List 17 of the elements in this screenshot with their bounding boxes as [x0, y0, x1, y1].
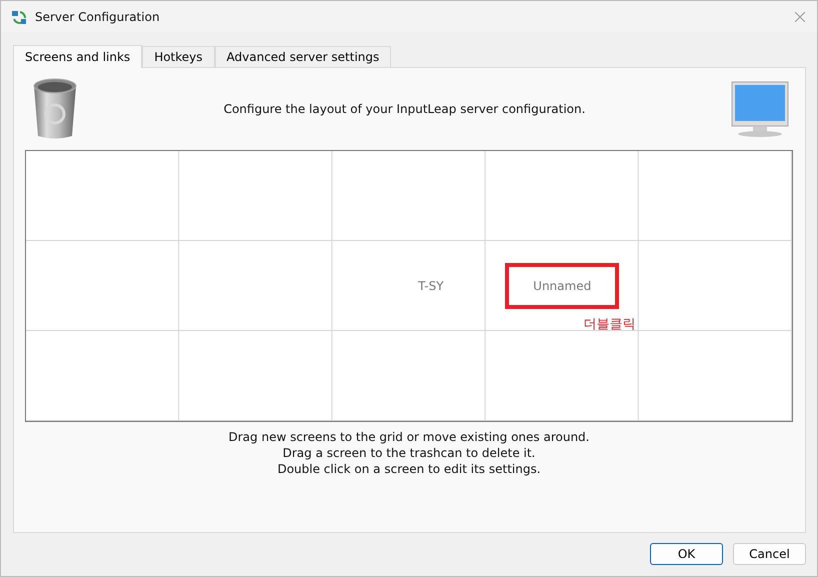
screen-name[interactable]: T-SY: [418, 265, 444, 307]
app-icon: [11, 8, 27, 24]
heading-text: Configure the layout of your InputLeap server configuration.: [222, 102, 586, 116]
hint-text: Double click on a screen to edit its settings.: [277, 461, 541, 477]
hint-text: Drag new screens to the grid or move existing ones around.: [228, 429, 590, 445]
tab[interactable]: Screens and links: [13, 45, 142, 68]
window-title: Server Configuration: [35, 10, 161, 24]
hint-text: Drag a screen to the trashcan to delete it.: [282, 445, 536, 461]
tab[interactable]: Hotkeys: [142, 46, 215, 67]
tab[interactable]: Advanced server settings: [214, 46, 392, 67]
screen-name[interactable]: Unnamed: [505, 263, 620, 309]
monitor-icon: [731, 81, 789, 137]
trashcan-icon: [32, 78, 78, 140]
dialog-button[interactable]: OK: [650, 543, 723, 565]
annotation-label: 더블클릭: [584, 316, 636, 333]
close-icon[interactable]: [795, 12, 805, 22]
dialog-button[interactable]: Cancel: [733, 543, 806, 565]
